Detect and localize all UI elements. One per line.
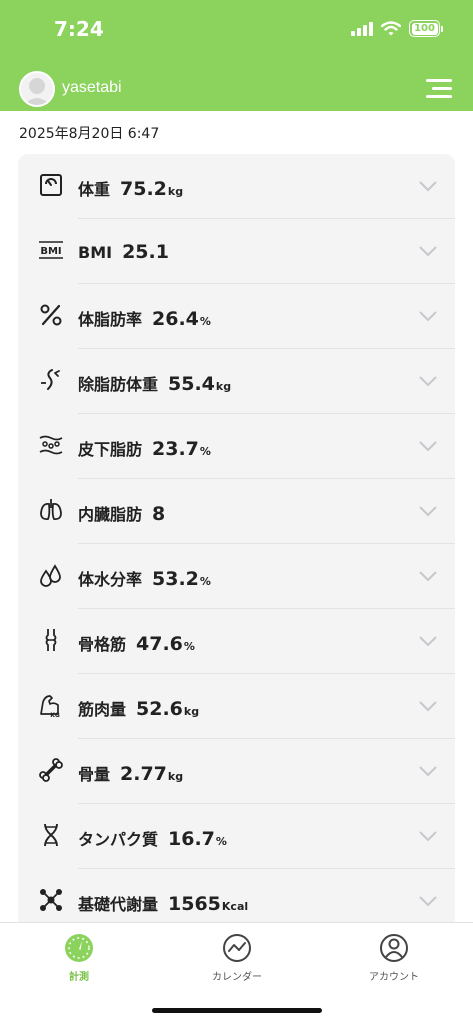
metrics-card: 体重 75.2kg BMI BMI 25.1 体脂肪率 26.4% 除脂肪体重 55.4… [18,154,455,924]
chevron-down-icon[interactable] [419,765,437,777]
metric-value: 53.2 [152,568,199,590]
chevron-down-icon[interactable] [419,895,437,907]
tab-calendar[interactable]: カレンダー [177,933,297,983]
tab-label: 計測 [69,972,89,983]
metric-value: 25.1 [122,241,169,263]
account-icon [380,934,408,962]
metric-value: 8 [152,503,166,525]
metric-unit: kg [183,705,200,718]
status-time: 7:24 [54,17,104,41]
molecule-icon [40,889,62,911]
battery-icon: 100 [409,20,443,37]
metric-unit: % [183,640,195,653]
metric-label: 基礎代謝量 [78,895,159,914]
subcutaneous-fat-icon [39,435,63,455]
metric-unit: kg [215,380,232,393]
metric-label: 体重 [78,180,111,199]
battery-level: 100 [411,22,438,35]
svg-text:KG: KG [50,712,60,718]
tab-account[interactable]: アカウント [334,933,454,983]
chevron-down-icon[interactable] [419,245,437,257]
metric-label: 皮下脂肪 [78,440,143,459]
metric-label: 体水分率 [78,570,143,589]
tab-measure[interactable]: 計測 [19,933,139,983]
chevron-down-icon[interactable] [419,830,437,842]
measurement-datetime: 2025年8月20日 6:47 [19,126,160,142]
metric-value: 23.7 [152,438,199,460]
metric-label: BMI [78,243,113,262]
metric-unit: % [215,835,227,848]
metric-row-bone-mass[interactable]: 骨量 2.77kg [18,739,455,804]
hamburger-menu-button[interactable] [426,77,454,101]
chevron-down-icon[interactable] [419,310,437,322]
skeletal-muscle-icon [45,629,57,651]
dna-icon [44,823,58,847]
chart-line-icon [223,934,251,962]
metric-label: 筋肉量 [78,700,127,719]
metric-value: 16.7 [168,828,215,850]
chevron-down-icon[interactable] [419,505,437,517]
metric-value: 52.6 [136,698,183,720]
metric-unit: kg [167,185,184,198]
metric-row-weight[interactable]: 体重 75.2kg [18,154,455,219]
metric-value: 75.2 [120,178,167,200]
visceral-fat-icon [40,499,62,521]
metric-row-bmi[interactable]: BMI BMI 25.1 [18,219,455,284]
bone-icon [39,758,63,782]
metric-row-body-fat-rate[interactable]: 体脂肪率 26.4% [18,284,455,349]
metric-label: 骨格筋 [78,635,127,654]
metric-value: 1565 [168,893,221,915]
bmi-icon: BMI [39,241,63,259]
tab-label: カレンダー [212,972,262,983]
wifi-icon [381,21,401,36]
metric-row-body-water[interactable]: 体水分率 53.2% [18,544,455,609]
metric-label: 内臓脂肪 [78,505,143,524]
chevron-down-icon[interactable] [419,180,437,192]
metric-unit: Kcal [221,900,249,913]
metric-value: 47.6 [136,633,183,655]
metric-row-muscle-mass[interactable]: KG 筋肉量 52.6kg [18,674,455,739]
percent-icon [40,304,62,326]
chevron-down-icon[interactable] [419,635,437,647]
metric-label: 除脂肪体重 [78,375,159,394]
metric-value: 55.4 [168,373,215,395]
scale-icon [40,174,62,196]
metric-value: 26.4 [152,308,199,330]
avatar-placeholder-icon [24,78,50,105]
metric-row-lean-body-mass[interactable]: 除脂肪体重 55.4kg [18,349,455,414]
metric-label: 体脂肪率 [78,310,143,329]
home-indicator [152,1008,322,1013]
status-icons: 100 [351,20,443,37]
chevron-down-icon[interactable] [419,570,437,582]
metric-unit: % [199,575,211,588]
tab-label: アカウント [369,972,419,983]
avatar[interactable] [19,71,55,107]
chevron-down-icon[interactable] [419,440,437,452]
cellular-signal-icon [351,21,373,36]
metric-unit: % [199,315,211,328]
metric-row-visceral-fat[interactable]: 内臓脂肪 8 [18,479,455,544]
gauge-icon [65,934,93,962]
metric-unit: kg [167,770,184,783]
lean-body-icon [41,369,60,390]
metric-label: 骨量 [78,765,111,784]
username: yasetabi [62,79,122,96]
metric-row-skeletal-muscle[interactable]: 骨格筋 47.6% [18,609,455,674]
chevron-down-icon[interactable] [419,375,437,387]
metric-row-subcutaneous-fat[interactable]: 皮下脂肪 23.7% [18,414,455,479]
muscle-arm-icon: KG [40,695,60,718]
app-header: 7:24 100 yasetabi [0,0,473,111]
metric-unit: % [199,445,211,458]
svg-text:BMI: BMI [40,246,61,257]
metric-row-basal-metabolism[interactable]: 基礎代謝量 1565Kcal [18,869,455,924]
metric-row-protein[interactable]: タンパク質 16.7% [18,804,455,869]
metric-label: タンパク質 [78,830,159,849]
water-drops-icon [40,564,61,587]
chevron-down-icon[interactable] [419,700,437,712]
metric-value: 2.77 [120,763,167,785]
